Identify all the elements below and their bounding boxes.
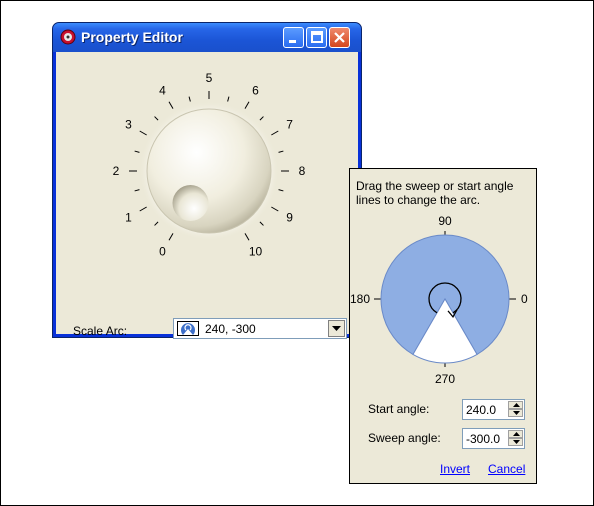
knob-scale-label: 8 [299, 164, 306, 178]
maximize-button[interactable] [306, 27, 327, 48]
start-angle-spin-buttons [508, 401, 523, 418]
cancel-link[interactable]: Cancel [488, 462, 525, 476]
scale-arc-value: 240, -300 [205, 322, 256, 336]
angle-label-270: 270 [435, 372, 455, 386]
sweep-angle-spinner[interactable]: -300.0 [462, 428, 525, 449]
window-client-area: 0 1 2 3 4 5 6 7 8 9 10 Scale Arc: 240, -300 [56, 52, 360, 339]
scale-arc-combobox[interactable]: 240, -300 [173, 318, 347, 339]
spin-down-icon [513, 440, 520, 444]
knob-body[interactable] [146, 108, 272, 234]
start-angle-label: Start angle: [368, 402, 430, 416]
knob-scale-label: 3 [125, 118, 132, 132]
knob-major-tick [168, 101, 174, 109]
spin-up-icon [513, 403, 520, 407]
sweep-angle-label: Sweep angle: [368, 431, 441, 445]
window-title: Property Editor [81, 29, 183, 45]
knob-scale-label: 6 [252, 83, 259, 97]
knob-major-tick [139, 206, 147, 212]
knob-scale-label: 1 [125, 211, 132, 225]
knob-minor-tick [134, 150, 140, 153]
knob-scale-label: 4 [159, 83, 166, 97]
knob-scale-label: 5 [206, 71, 213, 85]
close-button[interactable] [329, 27, 350, 48]
sweep-angle-spin-buttons [508, 430, 523, 447]
knob-scale-label: 7 [286, 118, 293, 132]
knob-major-tick [271, 130, 279, 136]
start-angle-down-button[interactable] [508, 409, 523, 417]
knob-major-tick [139, 130, 147, 136]
knob-minor-tick [227, 96, 230, 102]
scale-arc-label: Scale Arc: [73, 324, 128, 338]
knob-minor-tick [278, 150, 284, 153]
knob-minor-tick [278, 189, 284, 192]
arc-preview-icon [177, 321, 199, 336]
knob-control[interactable]: 0 1 2 3 4 5 6 7 8 9 10 [56, 52, 360, 308]
start-angle-value: 240.0 [466, 403, 497, 417]
knob-minor-tick [154, 116, 159, 121]
close-icon [334, 32, 345, 43]
knob-scale-label: 2 [113, 164, 120, 178]
sweep-angle-value: -300.0 [466, 432, 501, 446]
knob-major-tick [244, 233, 250, 241]
title-bar[interactable]: Property Editor [53, 23, 361, 52]
knob-indicator [172, 185, 209, 222]
knob-scale-label: 0 [159, 245, 166, 259]
spin-up-icon [513, 432, 520, 436]
knob-scale-label: 9 [286, 211, 293, 225]
arc-editor-canvas[interactable]: 90 180 0 270 [350, 169, 538, 394]
knob-minor-tick [188, 96, 191, 102]
knob-minor-tick [154, 221, 159, 226]
start-angle-spinner[interactable]: 240.0 [462, 399, 525, 420]
arc-editor-popup: Drag the sweep or start angle lines to c… [349, 168, 537, 484]
angle-label-0: 0 [521, 292, 528, 306]
knob-minor-tick [259, 116, 264, 121]
knob-major-tick [244, 101, 250, 109]
scale-arc-dropdown-button[interactable] [328, 320, 345, 337]
angle-label-180: 180 [350, 292, 370, 306]
knob-major-tick [271, 206, 279, 212]
knob-minor-tick [134, 189, 140, 192]
angle-label-90: 90 [438, 214, 452, 228]
minimize-button[interactable] [283, 27, 304, 48]
app-icon [60, 29, 76, 45]
sweep-angle-up-button[interactable] [508, 430, 523, 438]
sweep-angle-down-button[interactable] [508, 438, 523, 446]
dropdown-arrow-icon [332, 326, 341, 331]
start-angle-up-button[interactable] [508, 401, 523, 409]
knob-scale-label: 10 [249, 245, 263, 259]
property-editor-window: Property Editor 0 1 2 3 4 5 6 7 8 9 10 S… [52, 22, 362, 339]
spin-down-icon [513, 411, 520, 415]
knob-major-tick [168, 233, 174, 241]
minimize-icon [289, 40, 296, 43]
maximize-icon [311, 31, 323, 43]
knob-minor-tick [259, 221, 264, 226]
invert-link[interactable]: Invert [440, 462, 470, 476]
